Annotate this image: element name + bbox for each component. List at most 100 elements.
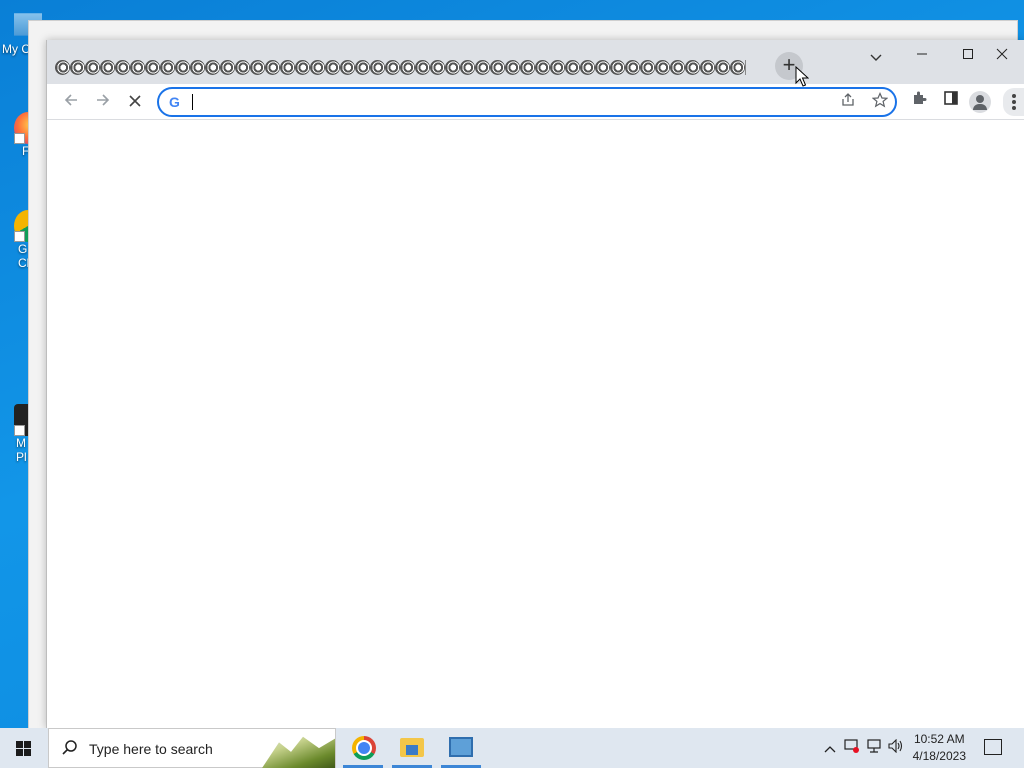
loading-globe-icon — [190, 59, 205, 75]
browser-tab[interactable] — [505, 59, 520, 75]
browser-tab[interactable] — [175, 59, 190, 75]
browser-tab[interactable] — [160, 59, 175, 75]
loading-globe-icon — [610, 59, 625, 75]
volume-icon[interactable] — [886, 738, 906, 758]
minimize-button[interactable] — [899, 40, 945, 70]
browser-tab[interactable] — [475, 59, 490, 75]
clock-time: 10:52 AM — [913, 732, 965, 746]
page-viewport[interactable] — [47, 120, 1024, 728]
browser-tab[interactable] — [655, 59, 670, 75]
close-button[interactable] — [979, 40, 1024, 70]
browser-tab[interactable] — [235, 59, 250, 75]
bookmark-star-icon[interactable] — [869, 92, 891, 114]
browser-tab[interactable] — [415, 59, 430, 75]
loading-globe-icon — [580, 59, 595, 75]
browser-tab[interactable] — [310, 59, 325, 75]
browser-tab[interactable] — [625, 59, 640, 75]
forward-button[interactable] — [89, 88, 117, 116]
browser-tab[interactable] — [280, 59, 295, 75]
browser-tab[interactable] — [340, 59, 355, 75]
browser-tab[interactable] — [145, 59, 160, 75]
tab-search-button[interactable] — [863, 46, 889, 68]
menu-icon[interactable] — [1003, 88, 1024, 116]
text-cursor — [192, 94, 193, 110]
browser-tab[interactable] — [700, 59, 715, 75]
loading-globe-icon — [115, 59, 130, 75]
minimize-icon — [916, 47, 928, 63]
start-button[interactable] — [0, 728, 48, 768]
browser-tab[interactable] — [520, 59, 535, 75]
loading-globe-icon — [460, 59, 475, 75]
share-icon[interactable] — [837, 92, 859, 114]
browser-tab[interactable] — [685, 59, 700, 75]
browser-tab[interactable] — [385, 59, 400, 75]
loading-globe-icon — [235, 59, 250, 75]
search-highlight-image — [261, 736, 335, 768]
search-icon — [61, 739, 79, 757]
browser-tab[interactable] — [460, 59, 475, 75]
browser-tab[interactable] — [400, 59, 415, 75]
network-icon[interactable] — [864, 738, 884, 758]
loading-globe-icon — [160, 59, 175, 75]
loading-globe-icon — [325, 59, 340, 75]
loading-globe-icon — [100, 59, 115, 75]
shortcut-arrow-icon — [14, 425, 25, 436]
browser-tab[interactable] — [670, 59, 685, 75]
taskbar-file-explorer[interactable] — [388, 728, 436, 768]
browser-tab[interactable] — [445, 59, 460, 75]
browser-tab[interactable] — [115, 59, 130, 75]
browser-tab[interactable] — [220, 59, 235, 75]
browser-tab[interactable] — [730, 59, 745, 75]
desktop: My C F G Ch M Pl + G Type here to search… — [0, 0, 1024, 768]
browser-tab[interactable] — [190, 59, 205, 75]
taskbar-chrome[interactable] — [339, 728, 387, 768]
omnibox[interactable]: G — [157, 87, 897, 117]
close-icon — [996, 47, 1008, 63]
profile-icon[interactable] — [969, 91, 991, 113]
loading-globe-icon — [370, 59, 385, 75]
search-placeholder: Type here to search — [89, 741, 213, 757]
chrome-icon — [352, 736, 376, 760]
loading-globe-icon — [55, 59, 70, 75]
browser-tab[interactable] — [205, 59, 220, 75]
loading-globe-icon — [400, 59, 415, 75]
browser-tab[interactable] — [130, 59, 145, 75]
taskbar-control-panel[interactable] — [437, 728, 485, 768]
browser-tab[interactable] — [535, 59, 550, 75]
browser-tab[interactable] — [370, 59, 385, 75]
loading-globe-icon — [670, 59, 685, 75]
side-panel-button[interactable] — [937, 88, 965, 116]
loading-globe-icon — [85, 59, 100, 75]
stop-loading-button[interactable] — [121, 88, 149, 116]
browser-tab[interactable] — [70, 59, 85, 75]
clock[interactable]: 10:52 AM 4/18/2023 — [913, 731, 966, 765]
browser-tab[interactable] — [295, 59, 310, 75]
browser-tab[interactable] — [715, 59, 730, 75]
security-icon[interactable] — [842, 738, 862, 758]
file-explorer-icon — [400, 738, 424, 757]
loading-globe-icon — [340, 59, 355, 75]
browser-tab[interactable] — [580, 59, 595, 75]
browser-tab[interactable] — [565, 59, 580, 75]
extensions-button[interactable] — [905, 88, 933, 116]
browser-tab[interactable] — [55, 59, 70, 75]
browser-tab[interactable] — [430, 59, 445, 75]
browser-tab[interactable] — [325, 59, 340, 75]
browser-tab[interactable] — [250, 59, 265, 75]
browser-tab[interactable] — [595, 59, 610, 75]
browser-tab[interactable] — [550, 59, 565, 75]
browser-toolbar: G — [47, 84, 1024, 120]
browser-tab[interactable] — [490, 59, 505, 75]
browser-tab[interactable] — [640, 59, 655, 75]
loading-globe-icon — [175, 59, 190, 75]
notifications-icon[interactable] — [984, 739, 1002, 755]
browser-tab[interactable] — [610, 59, 625, 75]
browser-tab[interactable] — [85, 59, 100, 75]
taskbar-search[interactable]: Type here to search — [48, 728, 336, 768]
chevron-up-icon[interactable] — [820, 738, 840, 758]
browser-tab[interactable] — [100, 59, 115, 75]
browser-tab[interactable] — [355, 59, 370, 75]
address-input[interactable] — [191, 92, 791, 112]
back-button[interactable] — [57, 88, 85, 116]
browser-tab[interactable] — [265, 59, 280, 75]
